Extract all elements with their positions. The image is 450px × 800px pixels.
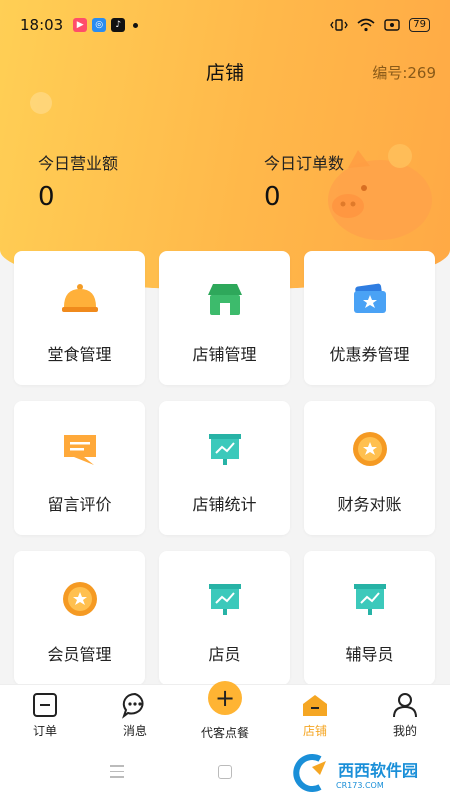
watermark-logo: 西西软件园 CR173.COM — [290, 752, 450, 794]
profile-icon — [393, 693, 417, 718]
card-label: 优惠券管理 — [329, 345, 410, 364]
card-label: 财务对账 — [337, 495, 402, 514]
card-label: 留言评价 — [47, 495, 112, 514]
store-icon — [207, 284, 242, 315]
vibrate-icon — [330, 19, 349, 31]
message-icon — [122, 692, 144, 719]
tab-label: 订单 — [32, 724, 57, 738]
wifi-icon — [357, 18, 375, 32]
card-label: 店铺管理 — [192, 345, 257, 364]
finance-reconciliation-card[interactable]: 财务对账 — [304, 401, 435, 535]
finance-coin-icon — [352, 432, 387, 466]
card-label: 堂食管理 — [47, 345, 112, 364]
tab-store[interactable]: 店铺 — [270, 685, 360, 744]
tab-label: 消息 — [122, 724, 147, 738]
card-label: 店员 — [208, 645, 241, 664]
home-nav-button[interactable] — [218, 765, 232, 779]
screen-record-icon — [384, 19, 400, 31]
status-time: 18:03 — [20, 16, 64, 34]
tiktok-app-icon: ♪ — [111, 18, 126, 32]
function-grid: 堂食管理 店铺管理 优惠券管理 留言评价 店铺统计 财务对账 会员管理 店员 辅… — [14, 251, 436, 685]
coupon-management-card[interactable]: 优惠券管理 — [304, 251, 435, 385]
tab-order-for-customer[interactable]: + 代客点餐 — [180, 681, 270, 744]
card-label: 店铺统计 — [192, 495, 257, 514]
message-review-icon — [63, 435, 96, 465]
tutor-card[interactable]: 辅导员 — [304, 551, 435, 685]
member-management-card[interactable]: 会员管理 — [14, 551, 145, 685]
order-icon — [33, 693, 57, 717]
statistics-board-icon — [208, 434, 241, 465]
revenue-label: 今日营业额 — [38, 154, 119, 173]
orders-stat: 今日订单数 0 — [264, 150, 344, 212]
card-label: 辅导员 — [345, 645, 394, 664]
watermark-subtext: CR173.COM — [336, 780, 384, 790]
browser-app-icon: ◎ — [92, 18, 107, 32]
tab-orders[interactable]: 订单 — [0, 685, 90, 744]
cr173-logo-icon — [293, 754, 326, 792]
store-statistics-card[interactable]: 店铺统计 — [159, 401, 290, 535]
tab-messages[interactable]: 消息 — [90, 685, 180, 744]
tutor-board-icon — [353, 584, 386, 615]
orders-label: 今日订单数 — [264, 154, 345, 173]
tab-label: 代客点餐 — [200, 726, 249, 740]
dine-in-management-card[interactable]: 堂食管理 — [14, 251, 145, 385]
status-bar: 18:03 ▶ ◎ ♪ 79 — [0, 0, 450, 50]
dine-in-cloche-icon — [61, 284, 98, 312]
battery-indicator: 79 — [409, 18, 430, 32]
bottom-tab-bar: 订单 消息 + 代客点餐 店铺 我的 — [0, 681, 450, 744]
video-app-icon: ▶ — [73, 18, 88, 32]
coupon-icon — [353, 283, 386, 313]
menu-nav-button[interactable] — [110, 765, 124, 782]
revenue-stat: 今日营业额 0 — [38, 150, 118, 212]
card-label: 会员管理 — [47, 645, 112, 664]
orders-value: 0 — [264, 182, 281, 212]
tab-profile[interactable]: 我的 — [360, 685, 450, 744]
member-star-coin-icon — [62, 582, 97, 616]
watermark-text: 西西软件园 — [338, 760, 419, 780]
staff-card[interactable]: 店员 — [159, 551, 290, 685]
notification-dot-icon — [133, 22, 139, 28]
store-management-card[interactable]: 店铺管理 — [159, 251, 290, 385]
revenue-value: 0 — [38, 182, 55, 212]
store-tab-icon — [303, 695, 327, 716]
shop-number: 编号:269 — [372, 64, 436, 82]
message-review-card[interactable]: 留言评价 — [14, 401, 145, 535]
staff-board-icon — [208, 584, 241, 615]
coin-decoration — [30, 92, 52, 114]
tab-label: 我的 — [392, 724, 417, 738]
plus-icon: + — [208, 681, 242, 715]
tab-label: 店铺 — [302, 724, 327, 738]
